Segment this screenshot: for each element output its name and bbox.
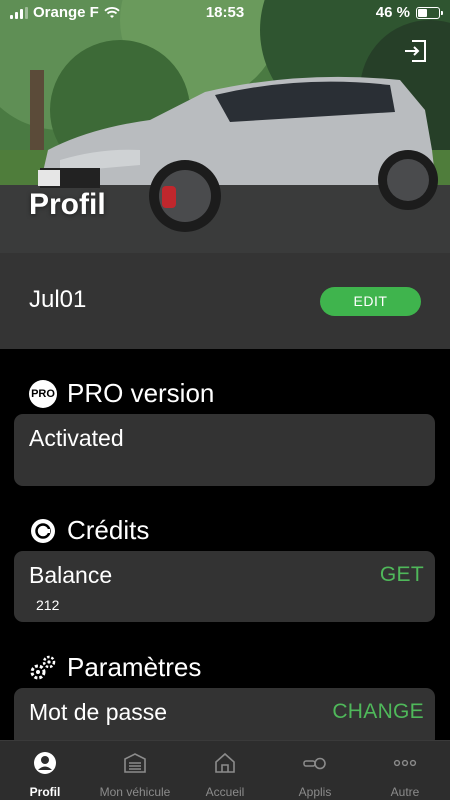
status-bar: Orange F 18:53 46 % [0, 0, 450, 26]
tab-profil-label: Profil [29, 785, 61, 799]
change-password-button[interactable]: CHANGE [332, 700, 424, 724]
balance-label: Balance [29, 562, 113, 588]
credits-icon [31, 518, 55, 543]
credits-card: Balance GET 212 [14, 551, 435, 622]
key-icon [303, 757, 326, 770]
pro-status-card: Activated [14, 414, 435, 486]
battery-percent: 46 % [375, 4, 410, 21]
password-card: Mot de passe CHANGE [14, 688, 435, 748]
home-icon [215, 752, 235, 773]
profile-header-image: Orange F 18:53 46 % Profil [0, 0, 450, 253]
logout-icon [405, 40, 426, 62]
tab-mon-vehicule[interactable]: Mon véhicule [90, 741, 180, 800]
pro-section-header: PRO PRO version [29, 378, 214, 409]
tab-accueil[interactable]: Accueil [180, 741, 270, 800]
tab-applis[interactable]: Applis [270, 741, 360, 800]
tab-autre-label: Autre [390, 785, 420, 799]
more-icon [393, 759, 417, 767]
pro-icon: PRO [29, 379, 57, 408]
password-label: Mot de passe [29, 699, 168, 725]
settings-section-title: Paramètres [67, 652, 202, 682]
pro-section-title: PRO version [67, 378, 215, 408]
credits-section-title: Crédits [67, 515, 150, 545]
edit-profile-button[interactable]: EDIT [320, 287, 421, 316]
pro-status-label: Activated [29, 425, 124, 451]
get-credits-button[interactable]: GET [380, 563, 424, 587]
tab-bar: Profil Mon véhicule Accueil Applis Autre [0, 740, 450, 800]
garage-icon [124, 753, 146, 773]
tab-autre[interactable]: Autre [360, 741, 450, 800]
settings-section-header: Paramètres [29, 652, 201, 683]
tab-profil[interactable]: Profil [0, 741, 90, 800]
tab-mon-vehicule-label: Mon véhicule [99, 785, 171, 799]
balance-value: 212 [36, 597, 60, 613]
user-icon [34, 752, 56, 774]
username: Jul01 [29, 286, 87, 313]
page-title: Profil [29, 188, 106, 221]
tab-applis-label: Applis [298, 785, 332, 799]
logout-button[interactable] [402, 38, 428, 64]
tab-accueil-label: Accueil [205, 785, 245, 799]
gears-icon [30, 655, 56, 679]
credits-section-header: Crédits [29, 515, 149, 546]
battery-icon [416, 6, 443, 19]
